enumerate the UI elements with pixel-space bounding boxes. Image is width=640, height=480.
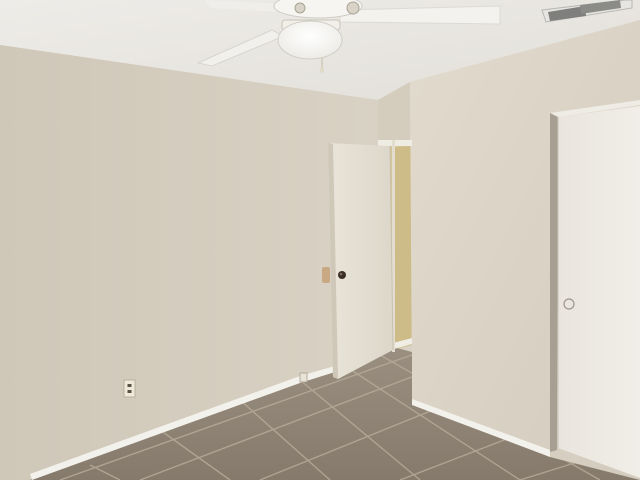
- bedroom-photo: [0, 0, 640, 480]
- closet-door-pull[interactable]: [563, 298, 575, 310]
- open-door[interactable]: [328, 143, 394, 379]
- electrical-outlet: [123, 379, 136, 398]
- closet-door[interactable]: [557, 106, 640, 478]
- cable-plate: [299, 372, 308, 383]
